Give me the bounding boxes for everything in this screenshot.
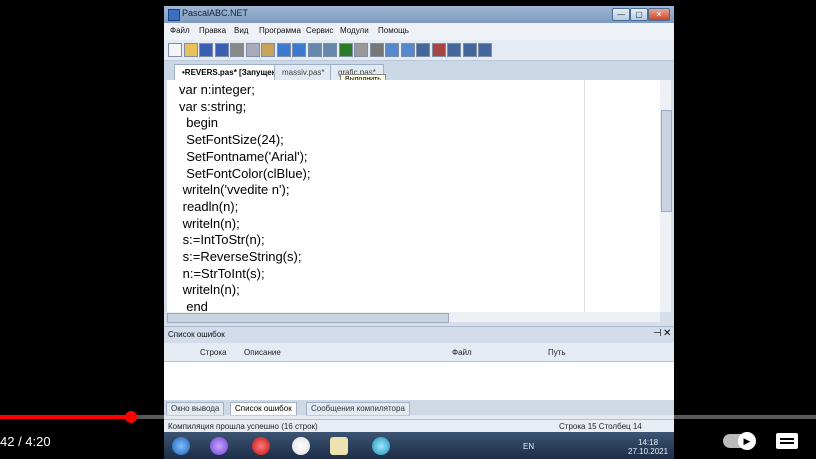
clock-time: 14:18: [638, 438, 659, 447]
title-bar[interactable]: PascalABC.NET — ▢ ✕: [164, 6, 674, 23]
breakpoint-icon[interactable]: [431, 43, 446, 57]
code-editor[interactable]: var n:integer; var s:string; begin SetFon…: [167, 80, 660, 312]
pascal-window: PascalABC.NET — ▢ ✕ Файл Правка Вид Прог…: [164, 6, 674, 421]
file-tabs: •REVERS.pas* [Запущен] massiv.pas* grafi…: [164, 61, 674, 129]
menu-service[interactable]: Сервис: [306, 26, 333, 35]
code-line: end: [179, 299, 208, 312]
pin-icon[interactable]: ⊣: [653, 328, 662, 339]
output-icon[interactable]: [478, 43, 492, 57]
right-margin-line: [584, 80, 585, 312]
code-line: s:=ReverseString(s);: [179, 249, 302, 264]
editor-horizontal-scrollbar[interactable]: [167, 312, 660, 323]
save-icon[interactable]: [199, 43, 213, 57]
menu-file[interactable]: Файл: [170, 26, 190, 35]
video-progress-played: [0, 415, 131, 419]
column-description[interactable]: Описание: [244, 348, 281, 357]
debug-window-icon[interactable]: [416, 43, 430, 57]
paste-icon[interactable]: [261, 43, 275, 57]
vertical-scroll-thumb[interactable]: [661, 110, 672, 212]
watch-icon[interactable]: [447, 43, 461, 57]
code-line: SetFontSize(24);: [179, 132, 284, 148]
start-button-icon[interactable]: [172, 437, 190, 455]
menu-help[interactable]: Помощь: [378, 26, 409, 35]
code-line: begin: [179, 115, 219, 131]
code-line: readln(n);: [179, 198, 239, 214]
error-list-titlebar: Список ошибок ⊣ ✕: [164, 326, 674, 343]
error-list-header: Строка Описание Файл Путь: [164, 343, 674, 362]
code-line: writeln(n);: [179, 215, 240, 231]
tab-output[interactable]: Окно вывода: [166, 402, 225, 416]
compile-icon[interactable]: [369, 43, 384, 57]
copy-icon[interactable]: [245, 43, 260, 57]
cut-icon[interactable]: [230, 43, 244, 57]
subtitles-icon[interactable]: [776, 433, 798, 449]
compile-status: Компиляция прошла успешно (16 строк): [168, 422, 318, 431]
menu-edit[interactable]: Правка: [199, 26, 226, 35]
run-icon[interactable]: [338, 43, 353, 57]
code-line: n:=StrToInt(s);: [179, 265, 265, 281]
error-list-body: [164, 362, 674, 400]
play-icon: ▶: [738, 432, 756, 450]
redo-icon[interactable]: [292, 43, 306, 57]
error-list-title: Список ошибок: [168, 330, 225, 339]
bottom-panel-tabs: Окно вывода Список ошибок Сообщения комп…: [164, 400, 674, 416]
column-file[interactable]: Файл: [452, 348, 472, 357]
minimize-button[interactable]: —: [612, 8, 630, 21]
code-line: var s:string;: [179, 98, 247, 114]
locals-icon[interactable]: [462, 43, 477, 57]
windows-taskbar: EN 14:18 27.10.2021: [164, 432, 674, 459]
column-path[interactable]: Путь: [548, 348, 566, 357]
maximize-button[interactable]: ▢: [630, 8, 648, 21]
horizontal-scroll-thumb[interactable]: [167, 313, 449, 323]
new-file-icon[interactable]: [168, 43, 182, 57]
video-time: 42 / 4:20: [0, 434, 51, 449]
code-line: var n:integer;: [179, 82, 255, 97]
clock-date: 27.10.2021: [628, 447, 669, 456]
column-line[interactable]: Строка: [200, 348, 226, 357]
menu-bar: Файл Правка Вид Программа Сервис Модули …: [164, 23, 674, 40]
code-line: s:=IntToStr(n);: [179, 232, 265, 248]
code-line: SetFontColor(clBlue);: [179, 165, 311, 181]
close-button[interactable]: ✕: [648, 8, 670, 21]
toolbar: [164, 40, 674, 61]
app-icon: [168, 9, 180, 21]
app-icon-blue[interactable]: [372, 437, 390, 455]
code-line: writeln(n);: [179, 282, 240, 298]
find-icon[interactable]: [307, 43, 322, 57]
autoplay-toggle[interactable]: ▶: [723, 432, 756, 450]
opera-icon[interactable]: [252, 437, 270, 455]
undo-icon[interactable]: [276, 43, 291, 57]
step-over-icon[interactable]: [400, 43, 415, 57]
tab-error-list[interactable]: Список ошибок: [230, 402, 297, 416]
system-clock[interactable]: 14:18 27.10.2021: [628, 438, 668, 456]
tab-compiler-messages[interactable]: Сообщения компилятора: [306, 402, 410, 416]
yandex-browser-icon[interactable]: [292, 437, 310, 455]
language-indicator[interactable]: EN: [523, 442, 534, 451]
menu-view[interactable]: Вид: [234, 26, 248, 35]
menu-modules[interactable]: Модули: [340, 26, 369, 35]
editor-vertical-scrollbar[interactable]: [660, 80, 672, 312]
step-into-icon[interactable]: [385, 43, 399, 57]
save-all-icon[interactable]: [214, 43, 229, 57]
stop-icon[interactable]: [354, 43, 368, 57]
alice-icon[interactable]: [210, 437, 228, 455]
code-line: SetFontname('Arial');: [179, 148, 308, 164]
panel-close-icon[interactable]: ✕: [663, 328, 671, 339]
code-line: writeln('vvedite n');: [179, 182, 290, 198]
cursor-position: Строка 15 Столбец 14: [559, 422, 642, 431]
tab-revers[interactable]: •REVERS.pas* [Запущен]: [174, 64, 288, 80]
open-folder-icon[interactable]: [183, 43, 198, 57]
replace-icon[interactable]: [323, 43, 337, 57]
status-bar: Компиляция прошла успешно (16 строк) Стр…: [164, 419, 674, 433]
pascal-abc-icon[interactable]: [330, 437, 348, 455]
window-title: PascalABC.NET: [182, 8, 249, 18]
video-scrubber-handle[interactable]: [124, 411, 137, 423]
tab-massiv[interactable]: massiv.pas*: [274, 64, 333, 80]
menu-program[interactable]: Программа: [259, 26, 301, 35]
